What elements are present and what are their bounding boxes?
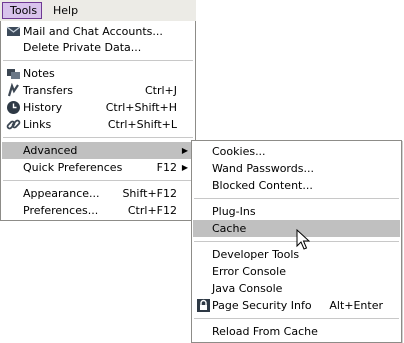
menu-item-label: Page Security Info bbox=[212, 299, 312, 312]
menu-item-label: Cache bbox=[212, 222, 247, 235]
menu-item-shortcut: Ctrl+F12 bbox=[127, 204, 177, 217]
menu-item-label: Mail and Chat Accounts... bbox=[23, 25, 163, 38]
menu-item-reload-from-cache[interactable]: Reload From Cache bbox=[193, 323, 400, 340]
mail-icon bbox=[6, 26, 21, 36]
notes-icon bbox=[7, 69, 20, 79]
menu-item-label: Cookies... bbox=[212, 145, 266, 158]
menu-item-label: Error Console bbox=[212, 265, 286, 278]
menu-item-shortcut: Shift+F12 bbox=[122, 187, 177, 200]
submenu-arrow-icon: ▶ bbox=[181, 163, 188, 172]
tools-menu: Mail and Chat Accounts... Delete Private… bbox=[0, 21, 196, 221]
menu-item-label: Reload From Cache bbox=[212, 325, 318, 338]
menu-help[interactable]: Help bbox=[46, 2, 84, 19]
menu-separator bbox=[3, 137, 193, 138]
submenu-arrow-icon: ▶ bbox=[181, 146, 188, 155]
menu-item-mail-accounts[interactable]: Mail and Chat Accounts... bbox=[2, 23, 194, 40]
menu-item-label: Advanced bbox=[23, 144, 78, 157]
menu-item-page-security-info[interactable]: Page Security Info Alt+Enter bbox=[193, 297, 400, 314]
menu-item-label: Transfers bbox=[23, 84, 73, 97]
menu-separator bbox=[194, 198, 399, 199]
menu-item-label: Wand Passwords... bbox=[212, 162, 314, 175]
menu-separator bbox=[3, 180, 193, 181]
menu-item-preferences[interactable]: Preferences... Ctrl+F12 bbox=[2, 202, 194, 219]
menu-item-label: Quick Preferences bbox=[23, 161, 123, 174]
menu-item-label: Delete Private Data... bbox=[23, 41, 142, 54]
history-icon bbox=[7, 101, 20, 114]
menu-item-plug-ins[interactable]: Plug-Ins bbox=[193, 203, 400, 220]
menu-item-links[interactable]: Links Ctrl+Shift+L bbox=[2, 116, 194, 133]
menu-item-label: Blocked Content... bbox=[212, 179, 313, 192]
menu-item-appearance[interactable]: Appearance... Shift+F12 bbox=[2, 185, 194, 202]
links-icon bbox=[6, 119, 21, 130]
menu-item-label: Links bbox=[23, 118, 52, 131]
transfers-icon bbox=[7, 83, 19, 97]
menu-item-shortcut: F12 bbox=[156, 161, 177, 174]
menu-item-shortcut: Ctrl+Shift+L bbox=[107, 118, 177, 131]
menu-bar: Tools Help bbox=[0, 0, 196, 22]
menu-item-label: Java Console bbox=[212, 282, 283, 295]
menu-item-shortcut: Alt+Enter bbox=[329, 299, 383, 312]
menu-separator bbox=[194, 318, 399, 319]
menu-item-wand-passwords[interactable]: Wand Passwords... bbox=[193, 160, 400, 177]
menu-item-java-console[interactable]: Java Console bbox=[193, 280, 400, 297]
menu-item-label: Developer Tools bbox=[212, 248, 300, 261]
menu-item-quick-preferences[interactable]: Quick Preferences F12 ▶ bbox=[2, 159, 194, 176]
menu-tools[interactable]: Tools bbox=[2, 2, 42, 19]
menu-item-shortcut: Ctrl+J bbox=[144, 84, 177, 97]
menu-item-label: Plug-Ins bbox=[212, 205, 256, 218]
menu-item-delete-private-data[interactable]: Delete Private Data... bbox=[2, 39, 194, 56]
menu-item-notes[interactable]: Notes bbox=[2, 65, 194, 82]
security-icon bbox=[197, 299, 210, 312]
mouse-cursor-icon bbox=[296, 229, 310, 250]
menu-item-advanced[interactable]: Advanced ▶ bbox=[2, 142, 194, 159]
menu-item-shortcut: Ctrl+Shift+H bbox=[105, 101, 177, 114]
menu-item-history[interactable]: History Ctrl+Shift+H bbox=[2, 99, 194, 116]
menu-item-blocked-content[interactable]: Blocked Content... bbox=[193, 177, 400, 194]
menu-separator bbox=[3, 60, 193, 61]
menu-item-cookies[interactable]: Cookies... bbox=[193, 143, 400, 160]
menu-item-transfers[interactable]: Transfers Ctrl+J bbox=[2, 82, 194, 99]
menu-item-label: History bbox=[23, 101, 63, 114]
menu-item-label: Appearance... bbox=[23, 187, 100, 200]
menu-item-label: Preferences... bbox=[23, 204, 99, 217]
menu-item-error-console[interactable]: Error Console bbox=[193, 263, 400, 280]
menu-item-label: Notes bbox=[23, 67, 55, 80]
